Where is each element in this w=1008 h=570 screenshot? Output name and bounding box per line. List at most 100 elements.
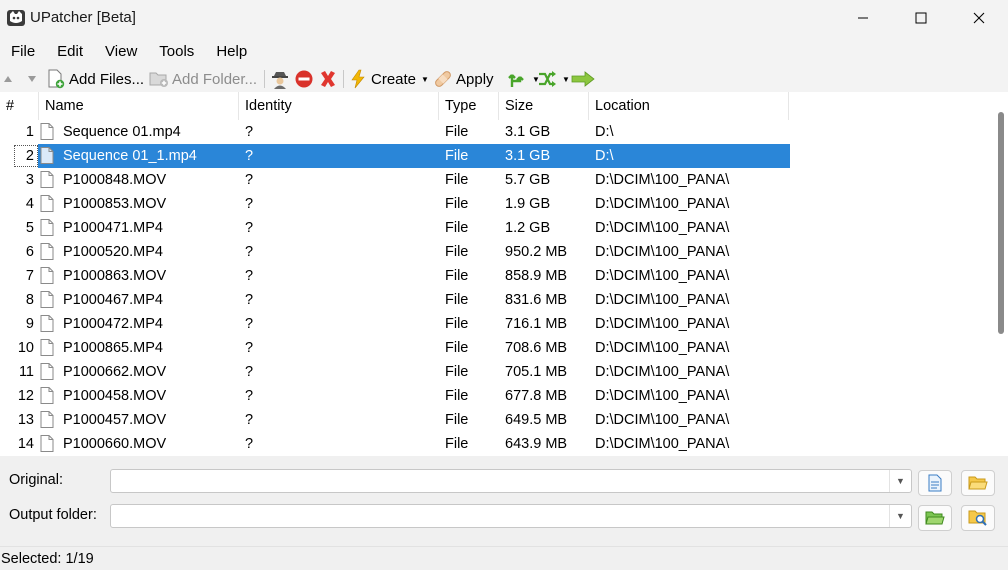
status-bar: Selected: 1/19 [0,546,1008,570]
apply-button[interactable]: Apply [433,68,494,90]
menu-file[interactable]: File [0,40,46,64]
table-row[interactable]: 9 P1000472.MP4? File 716.1 MB D:\DCIM\100_PA… [0,312,994,336]
remove-button[interactable] [294,68,314,90]
column-header-size[interactable]: Size [499,92,589,120]
bandage-icon [433,69,453,89]
add-files-label: Add Files... [69,70,145,88]
cell-size: 1.2 GB [505,220,551,236]
table-row[interactable]: 6 P1000520.MP4? File 950.2 MB D:\DCIM\100_PA… [0,240,994,264]
shuffle-button[interactable]: ▼ [537,68,570,90]
move-up-button[interactable] [2,68,14,90]
cell-location: D:\DCIM\100_PANA\ [595,364,730,380]
cell-location: D:\ [595,148,614,164]
row-number: 8 [25,292,34,308]
file-icon [40,195,54,212]
file-icon [40,267,54,284]
column-header-name[interactable]: Name [39,92,239,120]
file-icon [40,411,54,428]
table-row[interactable]: 3 P1000848.MOV? File 5.7 GB D:\DCIM\100_PANA… [0,168,994,192]
maximize-button[interactable] [892,0,950,36]
title-bar: UPatcher [Beta] [0,0,1008,36]
row-number: 4 [25,196,34,212]
add-folder-button[interactable]: Add Folder... [149,68,257,90]
output-folder-combobox[interactable]: ▼ [110,504,912,528]
create-button[interactable]: Create ▼ [348,68,429,90]
table-row[interactable]: 4 P1000853.MOV? File 1.9 GB D:\DCIM\100_PANA… [0,192,994,216]
add-file-icon [46,69,66,89]
folder-search-icon [968,510,987,526]
menu-edit[interactable]: Edit [46,40,94,64]
column-header-number[interactable]: # [0,92,39,120]
table-row[interactable]: 10 P1000865.MP4? File 708.6 MB D:\DCIM\100_P… [0,336,994,360]
table-row[interactable]: 1 Sequence 01.mp4? File 3.1 GB D:\ [0,120,994,144]
cell-name: Sequence 01_1.mp4 [63,148,197,164]
row-number: 13 [17,412,34,428]
minimize-button[interactable] [834,0,892,36]
row-number: 1 [25,124,34,140]
browse-output-folder-button[interactable] [918,505,952,531]
table-row[interactable]: 11 P1000662.MOV? File 705.1 MB D:\DCIM\100_P… [0,360,994,384]
selection-status: Selected: 1/19 [1,551,94,567]
file-icon [40,291,54,308]
table-row[interactable]: 8 P1000467.MP4? File 831.6 MB D:\DCIM\100_PA… [0,288,994,312]
add-files-button[interactable]: Add Files... [46,68,144,90]
app-logo-icon [6,8,26,28]
cell-type: File [445,268,469,284]
file-icon [40,387,54,404]
cell-type: File [445,340,469,356]
options-panel: Original: ▼ Output folder: ▼ [0,456,1008,546]
table-row[interactable]: 14 P1000660.MOV? File 643.9 MB D:\DCIM\100_P… [0,432,994,456]
arrow-right-icon [571,69,595,89]
browse-original-file-button[interactable] [918,470,952,496]
cell-name: Sequence 01.mp4 [63,124,181,140]
clear-button[interactable] [318,68,338,90]
cell-location: D:\DCIM\100_PANA\ [595,340,730,356]
column-header-identity[interactable]: Identity [239,92,439,120]
table-row[interactable]: 7 P1000863.MOV? File 858.9 MB D:\DCIM\100_PA… [0,264,994,288]
table-row[interactable]: 2 Sequence 01_1.mp4? File 3.1 GB D:\ [0,144,994,168]
browse-original-folder-button[interactable] [961,470,995,496]
file-icon [40,339,54,356]
cell-identity: ? [245,340,254,356]
original-combobox[interactable]: ▼ [110,469,912,493]
cell-size: 708.6 MB [505,340,568,356]
add-folder-icon [149,69,169,89]
cell-name: P1000660.MOV [63,436,167,452]
menu-view[interactable]: View [94,40,148,64]
chevron-down-icon[interactable]: ▼ [889,470,911,492]
table-row[interactable]: 12 P1000458.MOV? File 677.8 MB D:\DCIM\100_P… [0,384,994,408]
no-entry-icon [294,69,314,89]
branch-button[interactable]: ▼ [507,68,540,90]
file-icon [40,315,54,332]
column-header-type[interactable]: Type [439,92,499,120]
cell-size: 1.9 GB [505,196,551,212]
identify-button[interactable] [270,68,290,90]
row-number: 10 [17,340,34,356]
cell-type: File [445,124,469,140]
close-button[interactable] [950,0,1008,36]
scrollbar-thumb[interactable] [998,112,1004,334]
menu-help[interactable]: Help [205,40,258,64]
cell-identity: ? [245,220,254,236]
open-output-folder-button[interactable] [961,505,995,531]
cell-identity: ? [245,124,254,140]
cell-location: D:\DCIM\100_PANA\ [595,244,730,260]
green-folder-icon [925,511,945,525]
cell-size: 3.1 GB [505,124,551,140]
vertical-scrollbar[interactable] [994,92,1008,456]
shuffle-icon [537,69,557,89]
cell-identity: ? [245,364,254,380]
next-button[interactable] [571,68,595,90]
chevron-down-icon[interactable]: ▼ [889,505,911,527]
cell-identity: ? [245,268,254,284]
column-header-location[interactable]: Location [589,92,789,120]
move-down-button[interactable] [26,68,38,90]
row-number: 11 [18,364,34,380]
cell-size: 858.9 MB [505,268,568,284]
cell-name: P1000457.MOV [63,412,167,428]
branch-arrow-icon [507,69,527,89]
row-number: 5 [25,220,34,236]
menu-tools[interactable]: Tools [148,40,205,64]
table-row[interactable]: 13 P1000457.MOV? File 649.5 MB D:\DCIM\100_P… [0,408,994,432]
table-row[interactable]: 5 P1000471.MP4? File 1.2 GB D:\DCIM\100_PANA… [0,216,994,240]
